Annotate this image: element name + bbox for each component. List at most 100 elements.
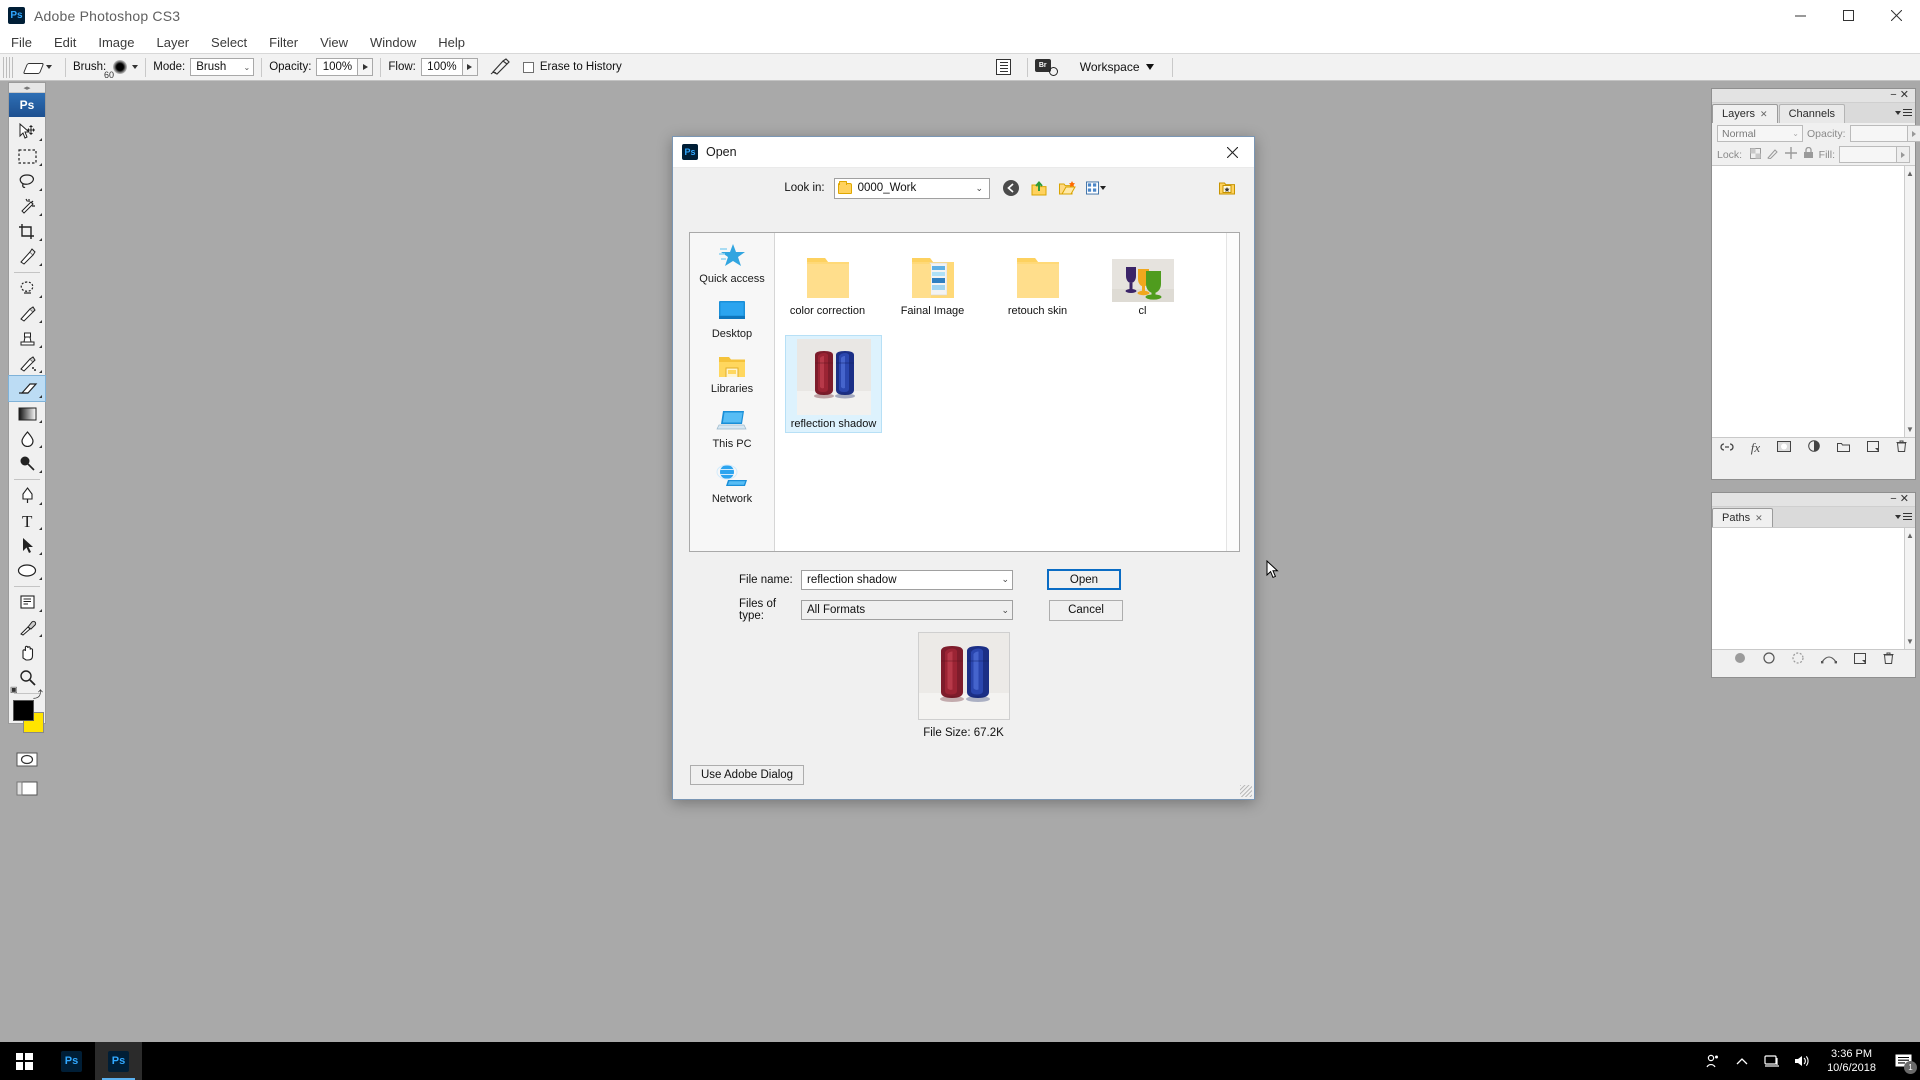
gradient-tool[interactable]	[9, 401, 45, 426]
opacity-input[interactable]	[1849, 125, 1908, 142]
menu-file[interactable]: File	[0, 32, 43, 53]
lasso-tool[interactable]	[9, 169, 45, 194]
fill-slider-button[interactable]	[1897, 146, 1910, 163]
menu-window[interactable]: Window	[359, 32, 427, 53]
fill-input[interactable]	[1839, 146, 1897, 163]
dialog-resize-grip[interactable]	[1240, 785, 1252, 797]
dialog-close-button[interactable]	[1210, 137, 1254, 168]
layers-scrollbar[interactable]: ▲ ▼	[1904, 166, 1915, 437]
menu-filter[interactable]: Filter	[258, 32, 309, 53]
files-of-type-select[interactable]: All Formats ⌄	[801, 600, 1013, 620]
place-this-pc[interactable]: This PC	[692, 406, 772, 450]
go-to-bridge-icon[interactable]: Br	[1034, 58, 1058, 76]
file-item-reflection-shadow[interactable]: reflection shadow	[785, 335, 882, 433]
workspace-button[interactable]: Workspace	[1072, 60, 1162, 74]
new-layer-icon[interactable]	[1867, 439, 1880, 457]
file-list[interactable]: color correction Fainal Image retouch sk…	[775, 233, 1239, 551]
blend-mode-select[interactable]: Brush ⌄	[190, 58, 255, 76]
paths-scrollbar[interactable]: ▲ ▼	[1904, 528, 1915, 649]
tab-paths[interactable]: Paths ✕	[1712, 508, 1773, 527]
use-adobe-dialog-button[interactable]: Use Adobe Dialog	[690, 765, 805, 785]
place-network[interactable]: Network	[692, 461, 772, 505]
link-layers-icon[interactable]	[1720, 439, 1734, 457]
hand-tool[interactable]	[9, 640, 45, 665]
lock-position-icon[interactable]	[1785, 147, 1798, 162]
layer-mask-icon[interactable]	[1777, 439, 1792, 457]
open-button[interactable]: Open	[1047, 569, 1121, 590]
toolbox-grip[interactable]: ◂▸	[9, 83, 45, 93]
stroke-path-icon[interactable]	[1762, 651, 1775, 669]
brush-chevron-down-icon[interactable]	[132, 65, 139, 69]
adjustment-layer-icon[interactable]	[1808, 439, 1820, 457]
selection-as-path-icon[interactable]	[1820, 651, 1837, 669]
layers-panel-menu-icon[interactable]	[1895, 106, 1912, 121]
close-icon[interactable]: ✕	[1760, 109, 1768, 120]
paths-dock-titlebar[interactable]: − ✕	[1712, 493, 1915, 507]
blend-mode-select[interactable]: Normal ⌄	[1717, 125, 1803, 142]
menu-edit[interactable]: Edit	[43, 32, 87, 53]
scroll-down-icon[interactable]: ▼	[1905, 637, 1915, 646]
tab-channels[interactable]: Channels	[1778, 104, 1846, 123]
magic-wand-tool[interactable]	[9, 194, 45, 219]
look-in-select[interactable]: 0000_Work ⌄	[833, 177, 990, 199]
brush-preview-icon[interactable]	[113, 60, 128, 74]
move-tool[interactable]	[9, 119, 45, 144]
dialog-title-bar[interactable]: Ps Open	[673, 137, 1254, 168]
paths-list[interactable]: ▲ ▼	[1712, 527, 1915, 649]
taskbar-photoshop-running[interactable]: Ps	[95, 1042, 142, 1080]
healing-brush-tool[interactable]	[9, 276, 45, 301]
menu-view[interactable]: View	[309, 32, 359, 53]
lock-transparent-pixels-icon[interactable]	[1750, 147, 1762, 162]
eraser-tool[interactable]	[8, 375, 46, 402]
file-name-input[interactable]: reflection shadow ⌄	[801, 569, 1013, 590]
clone-stamp-tool[interactable]	[9, 326, 45, 351]
flow-input[interactable]: 100%	[420, 58, 463, 76]
quick-mask-icon[interactable]	[9, 747, 45, 772]
airbrush-icon[interactable]	[490, 58, 511, 76]
windows-start-icon[interactable]	[0, 1042, 48, 1080]
file-item-retouch-skin[interactable]: retouch skin	[995, 243, 1080, 319]
fill-path-icon[interactable]	[1734, 651, 1746, 669]
flow-slider-button[interactable]	[462, 58, 478, 76]
file-item-cl[interactable]: cl	[1100, 243, 1185, 319]
people-icon[interactable]	[1697, 1042, 1727, 1080]
menu-select[interactable]: Select	[200, 32, 258, 53]
menu-image[interactable]: Image	[87, 32, 145, 53]
palettes-toggle-icon[interactable]	[995, 59, 1011, 75]
show-hidden-icons-chevron[interactable]	[1727, 1042, 1757, 1080]
erase-to-history-option[interactable]: Erase to History	[522, 61, 622, 73]
lock-all-icon[interactable]	[1803, 146, 1814, 162]
layers-dock-titlebar[interactable]: − ✕	[1712, 89, 1915, 103]
foreground-color-swatch[interactable]	[13, 700, 34, 721]
views-icon[interactable]	[1086, 179, 1106, 198]
menu-help[interactable]: Help	[427, 32, 476, 53]
minimize-button[interactable]	[1776, 0, 1824, 31]
create-new-folder-icon[interactable]	[1058, 179, 1078, 198]
swap-colors-icon[interactable]: ⤴	[33, 686, 43, 701]
file-list-scrollbar[interactable]	[1226, 233, 1239, 551]
blur-tool[interactable]	[9, 426, 45, 451]
layers-dock-minimize-close[interactable]: − ✕	[1890, 89, 1909, 102]
paths-dock-minimize-close[interactable]: − ✕	[1890, 493, 1909, 506]
layers-list[interactable]: ▲ ▼	[1712, 165, 1915, 437]
scroll-up-icon[interactable]: ▲	[1905, 531, 1915, 540]
crop-tool[interactable]	[9, 219, 45, 244]
place-quick-access[interactable]: Quick access	[692, 241, 772, 285]
brush-tool[interactable]	[9, 301, 45, 326]
menu-layer[interactable]: Layer	[146, 32, 201, 53]
back-icon[interactable]	[1002, 179, 1022, 198]
pen-tool[interactable]	[9, 483, 45, 508]
ellipse-shape-tool[interactable]	[9, 558, 45, 583]
new-group-icon[interactable]	[1837, 439, 1851, 457]
slice-tool[interactable]	[9, 244, 45, 269]
place-desktop[interactable]: Desktop	[692, 296, 772, 340]
notes-tool[interactable]	[9, 590, 45, 615]
place-libraries[interactable]: Libraries	[692, 351, 772, 395]
new-folder-right-icon[interactable]	[1218, 179, 1238, 198]
delete-path-icon[interactable]	[1883, 651, 1894, 669]
history-brush-tool[interactable]	[9, 351, 45, 376]
layer-style-fx-icon[interactable]: fx	[1751, 440, 1760, 456]
options-bar-grip[interactable]	[3, 56, 13, 78]
file-item-fainal-image[interactable]: Fainal Image	[890, 243, 975, 319]
volume-icon[interactable]	[1787, 1042, 1817, 1080]
